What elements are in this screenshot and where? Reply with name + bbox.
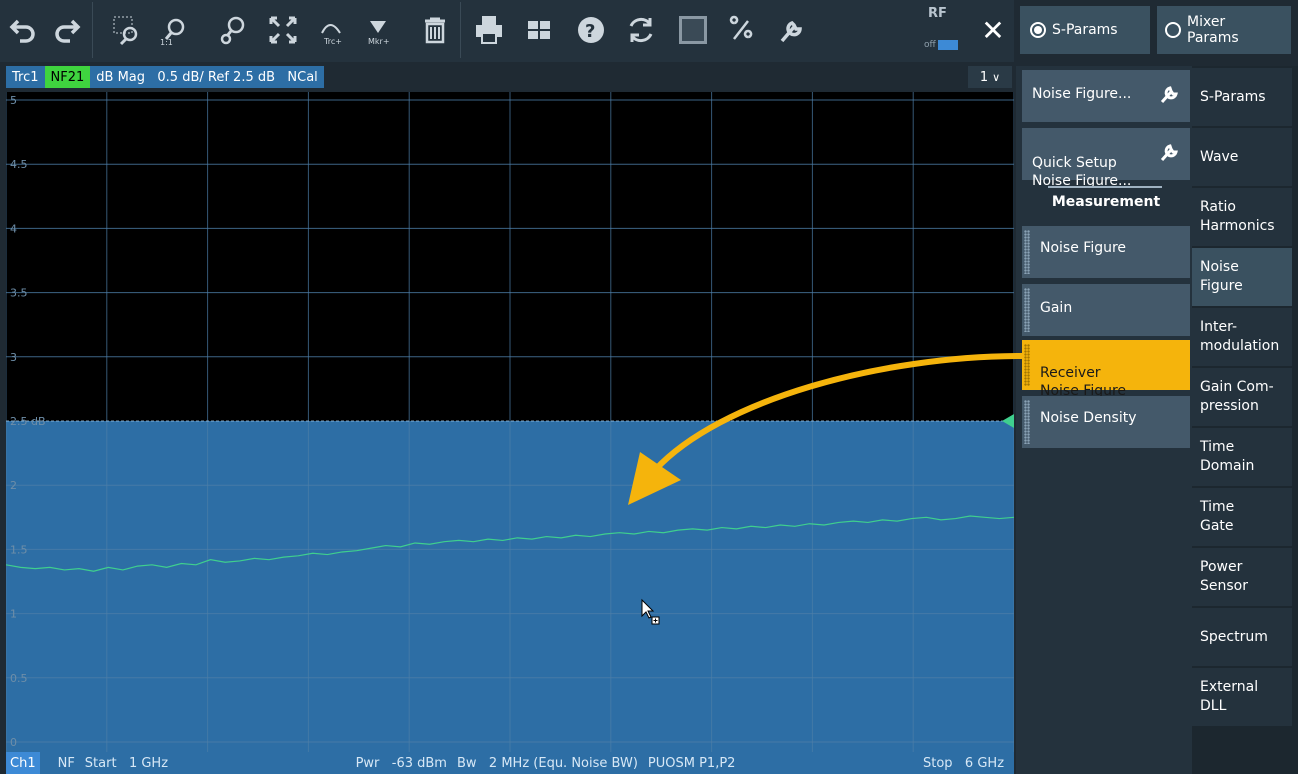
annotation-arrow [628, 353, 1023, 505]
app-window: 1:1 Trc+ Mkr+ ? RF off ✕ S-Params Mixer … [0, 0, 1298, 774]
mouse-pointer-icon [641, 598, 660, 625]
